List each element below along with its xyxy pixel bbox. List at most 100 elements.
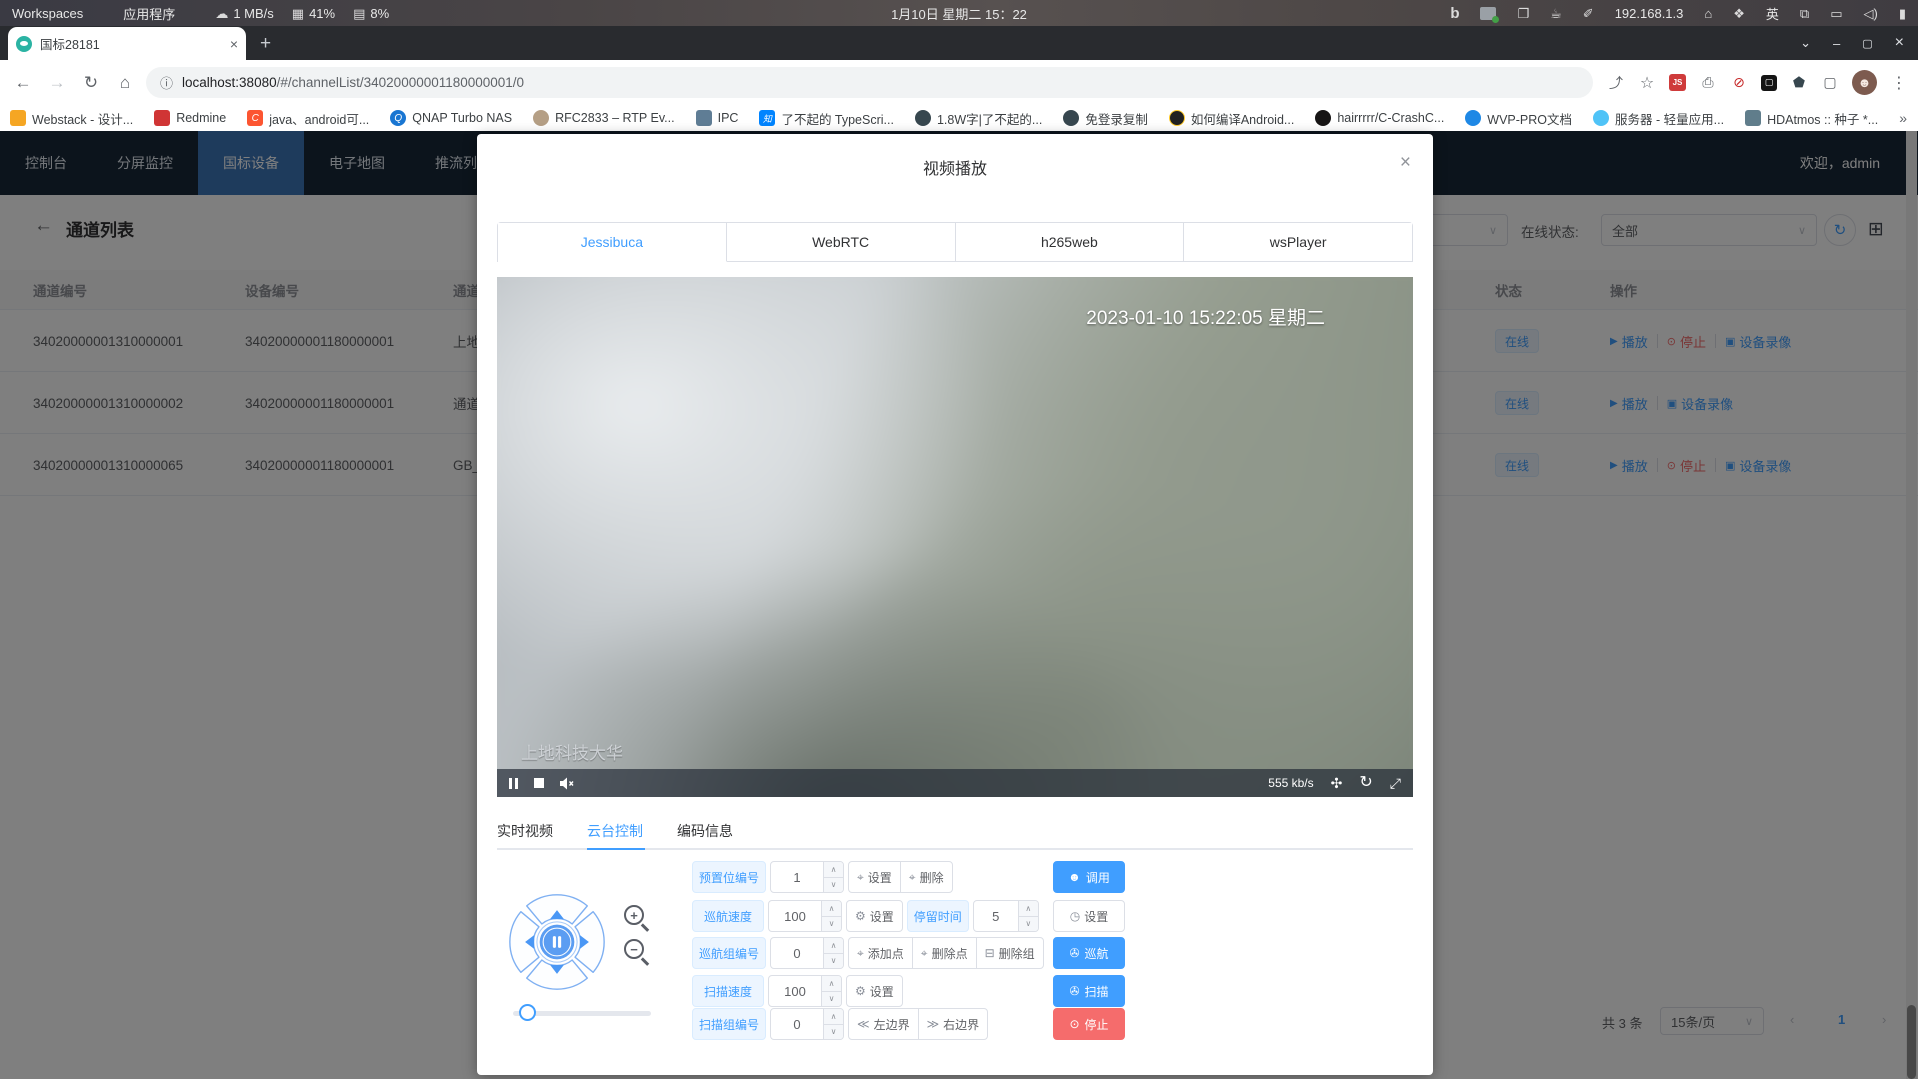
bookmark-item[interactable]: QQNAP Turbo NAS [390,110,512,126]
scan-group-input[interactable]: 0 ∧∨ [770,1008,844,1040]
cruise-delete-point-button[interactable]: ⌖删除点 [912,937,977,969]
scan-right-boundary-button[interactable]: ≫右边界 [918,1008,989,1040]
zoom-out-button[interactable]: − [623,938,651,966]
window-maximize-button[interactable]: ▢ [1862,37,1872,50]
extension-shield-icon[interactable]: ⬟ [1790,74,1808,92]
tab-ptz-control[interactable]: 云台控制 [587,821,643,841]
tab-wsplayer[interactable]: wsPlayer [1184,223,1412,262]
zoom-in-button[interactable]: + [623,904,651,932]
pause-button[interactable] [509,778,518,789]
video-player[interactable]: 2023-01-10 15:22:05 星期二 上地科技大华 [497,277,1413,797]
fullscreen-icon[interactable]: ⤢ [1390,776,1401,790]
profile-avatar[interactable]: ☻ [1852,70,1877,95]
cruise-speed-input[interactable]: 100 ∧∨ [768,900,842,932]
tab-close-icon[interactable]: × [230,36,238,52]
bookmark-item[interactable]: hairrrrr/C-CrashC... [1315,110,1444,126]
cruise-delete-group-button[interactable]: ⊟删除组 [976,937,1044,969]
bookmark-item[interactable]: Redmine [154,110,226,126]
url-field[interactable]: ⓘ localhost:38080/#/channelList/34020000… [146,67,1593,98]
spin-down-icon[interactable]: ∨ [1019,917,1038,932]
stay-time-set-button[interactable]: ◷设置 [1053,900,1125,932]
bookmark-star-icon[interactable]: ☆ [1638,74,1656,92]
spin-down-icon[interactable]: ∨ [822,917,841,932]
extension-printer-icon[interactable]: ⎙ [1699,74,1717,92]
input-language-indicator[interactable]: 英 [1766,4,1779,23]
bookmark-item[interactable]: IPC [696,110,739,126]
cruise-start-button[interactable]: ✇巡航 [1053,937,1125,969]
ip-address[interactable]: 192.168.1.3 [1615,6,1684,21]
preset-call-button[interactable]: ☻调用 [1053,861,1125,893]
bookmark-item[interactable]: 免登录复制 [1063,109,1148,128]
bookmark-item[interactable]: 如何编译Android... [1169,109,1295,128]
ptz-center-button[interactable] [540,925,575,960]
stay-time-input[interactable]: 5 ∧∨ [973,900,1039,932]
spin-up-icon[interactable]: ∧ [822,901,841,917]
spin-down-icon[interactable]: ∨ [824,878,843,893]
cruise-add-point-button[interactable]: ⌖添加点 [848,937,913,969]
ptz-stop-button[interactable]: ⊙停止 [1053,1008,1125,1040]
pen-tray-icon[interactable]: ✐ [1583,7,1594,20]
back-nav-icon[interactable]: ← [6,73,40,93]
preset-delete-button[interactable]: ⌖删除 [900,861,953,893]
tab-live-video[interactable]: 实时视频 [497,821,553,841]
scan-speed-input[interactable]: 100 ∧∨ [768,975,842,1007]
extension-dark-icon[interactable]: ▢ [1761,75,1777,91]
preset-set-button[interactable]: ⌖设置 [848,861,901,893]
tab-encoding-info[interactable]: 编码信息 [677,821,733,841]
scan-speed-set-button[interactable]: ⚙设置 [846,975,903,1007]
stop-button[interactable] [534,778,544,788]
new-tab-button[interactable]: + [260,27,271,60]
tab-jessibuca[interactable]: Jessibuca [498,223,727,262]
extension-frame-icon[interactable]: ▢ [1821,74,1839,92]
home-tray-icon[interactable]: ⌂ [1704,7,1712,20]
scan-left-boundary-button[interactable]: ≪左边界 [848,1008,919,1040]
bookmarks-overflow-icon[interactable]: » [1899,110,1913,126]
bookmark-item[interactable]: Webstack - 设计... [10,109,133,128]
forward-nav-icon[interactable]: → [40,73,74,93]
spin-down-icon[interactable]: ∨ [822,992,841,1007]
bookmark-item[interactable]: 1.8W字|了不起的... [915,109,1042,128]
tab-webrtc[interactable]: WebRTC [727,223,956,262]
volume-icon[interactable]: ◁) [1864,7,1878,20]
scan-start-button[interactable]: ✇扫描 [1053,975,1125,1007]
site-info-icon[interactable]: ⓘ [160,73,173,92]
bing-tray-icon[interactable]: b [1450,6,1459,21]
cruise-speed-set-button[interactable]: ⚙设置 [846,900,903,932]
extension-blocker-icon[interactable]: ⊘ [1730,74,1748,92]
workspace-switch-icon[interactable]: ❖ [1733,7,1745,20]
spin-up-icon[interactable]: ∧ [824,938,843,954]
bookmark-item[interactable]: HDAtmos :: 种子 *... [1745,109,1878,128]
bookmark-item[interactable]: Cjava、android可... [247,109,369,128]
tab-search-icon[interactable]: ⌄ [1800,35,1811,51]
slider-handle[interactable] [519,1004,536,1021]
window-minimize-button[interactable]: – [1833,36,1840,51]
browser-home-icon[interactable]: ⌂ [108,73,142,93]
battery-icon[interactable]: ▮ [1899,7,1906,20]
share-icon[interactable]: ⤴ [1607,74,1625,92]
screenshot-tray-icon[interactable] [1480,7,1496,20]
reload-stream-icon[interactable]: ↻ [1359,775,1372,791]
spin-up-icon[interactable]: ∧ [824,1009,843,1025]
spin-down-icon[interactable]: ∨ [824,954,843,969]
window-close-button[interactable]: × [1895,34,1904,52]
phone-link-icon[interactable]: ⧉ [1800,7,1809,20]
browser-menu-icon[interactable]: ⋮ [1890,74,1908,92]
spin-up-icon[interactable]: ∧ [824,862,843,878]
dialog-close-icon[interactable]: × [1400,152,1411,174]
cruise-group-input[interactable]: 0 ∧∨ [770,937,844,969]
coffee-tray-icon[interactable]: ☕ [1550,7,1562,20]
ptz-direction-pad[interactable] [505,890,609,994]
browser-tab[interactable]: 国标28181 × [8,27,246,60]
performance-fan-icon[interactable]: ✣ [1331,776,1343,790]
clipboard-tray-icon[interactable]: ❐ [1517,7,1529,20]
bookmark-item[interactable]: RFC2833 – RTP Ev... [533,110,675,126]
extension-js-icon[interactable]: JS [1669,74,1686,91]
mute-button[interactable] [560,777,575,790]
bookmark-item[interactable]: 服务器 - 轻量应用... [1593,109,1724,128]
spin-up-icon[interactable]: ∧ [1019,901,1038,917]
tab-h265web[interactable]: h265web [956,223,1185,262]
display-icon[interactable]: ▭ [1830,7,1842,20]
spin-down-icon[interactable]: ∨ [824,1025,843,1040]
bookmark-item[interactable]: 知了不起的 TypeScri... [759,109,894,128]
preset-number-input[interactable]: 1 ∧∨ [770,861,844,893]
